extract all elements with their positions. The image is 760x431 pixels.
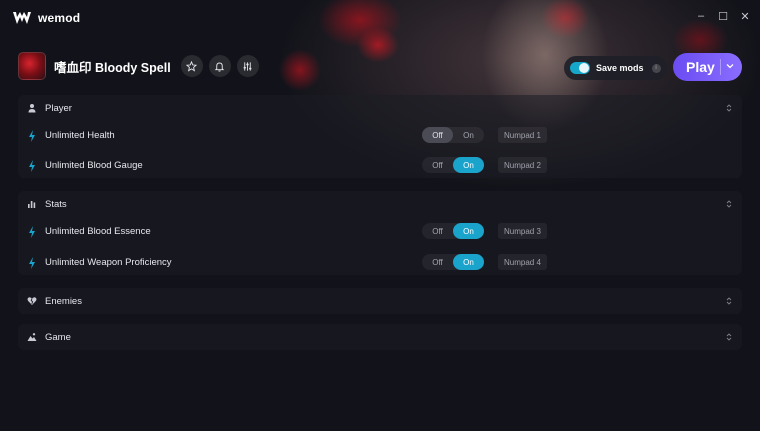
bell-icon: [214, 62, 225, 72]
mod-row: Unlimited Health Off On Numpad 1: [18, 123, 742, 149]
section-title: Enemies: [45, 295, 82, 307]
save-mods-switch[interactable]: [570, 62, 590, 74]
section-header-stats[interactable]: Stats: [18, 191, 742, 217]
game-thumbnail: [18, 52, 46, 80]
title-bar: wemod – ☐ ✕: [0, 0, 760, 36]
on-off-toggle[interactable]: Off On: [422, 223, 484, 239]
mod-label: Unlimited Health: [45, 130, 115, 141]
close-button[interactable]: ✕: [740, 10, 750, 23]
collapse-caret-icon[interactable]: [726, 103, 732, 113]
play-divider: [720, 59, 721, 75]
landscape-icon: [27, 333, 37, 341]
notifications-button[interactable]: [208, 55, 231, 77]
mod-label: Unlimited Blood Essence: [45, 226, 151, 237]
broken-heart-icon: [27, 297, 37, 305]
save-mods-label: Save mods: [596, 63, 644, 73]
collapse-caret-icon[interactable]: [726, 332, 732, 342]
favorite-button[interactable]: [180, 55, 203, 77]
hotkey-badge[interactable]: Numpad 1: [498, 127, 547, 143]
user-icon: [28, 104, 36, 113]
settings-button[interactable]: [236, 55, 259, 77]
lightning-bolt-icon: [29, 130, 35, 142]
section-header-player[interactable]: Player: [18, 95, 742, 121]
hotkey-badge[interactable]: Numpad 2: [498, 157, 547, 173]
info-icon[interactable]: i: [651, 63, 661, 73]
section-title: Player: [45, 102, 72, 114]
section-stats: Stats Unlimited Blood Essence Off On Num…: [18, 191, 742, 275]
section-header-game[interactable]: Game: [18, 324, 742, 350]
on-off-toggle[interactable]: Off On: [422, 127, 484, 143]
hotkey-badge[interactable]: Numpad 3: [498, 223, 547, 239]
bar-chart-icon: [28, 201, 36, 208]
game-header: 嗜血印 Bloody Spell: [18, 52, 265, 80]
section-header-enemies[interactable]: Enemies: [18, 288, 742, 314]
play-button[interactable]: Play: [673, 53, 742, 81]
section-player: Player Unlimited Health Off On Numpad 1 …: [18, 95, 742, 178]
off-option[interactable]: Off: [422, 127, 453, 143]
section-title: Stats: [45, 198, 67, 210]
window-controls: – ☐ ✕: [696, 10, 750, 23]
play-label: Play: [686, 59, 715, 75]
lightning-bolt-icon: [29, 160, 35, 172]
chevron-down-icon[interactable]: [725, 61, 735, 71]
star-icon: [186, 60, 198, 72]
on-option[interactable]: On: [453, 127, 484, 143]
mod-row: Unlimited Blood Gauge Off On Numpad 2: [18, 153, 742, 179]
mod-row: Unlimited Blood Essence Off On Numpad 3: [18, 219, 742, 245]
mod-label: Unlimited Blood Gauge: [45, 160, 143, 171]
game-title: 嗜血印 Bloody Spell: [54, 60, 171, 75]
minimize-button[interactable]: –: [696, 10, 706, 23]
section-enemies: Enemies: [18, 288, 742, 314]
collapse-caret-icon[interactable]: [726, 199, 732, 209]
off-option[interactable]: Off: [422, 223, 453, 239]
section-title: Game: [45, 331, 71, 343]
app-name: wemod: [38, 11, 81, 25]
on-option[interactable]: On: [453, 223, 484, 239]
lightning-bolt-icon: [29, 226, 35, 238]
wemod-logo-icon: [13, 12, 31, 24]
hotkey-badge[interactable]: Numpad 4: [498, 254, 547, 270]
lightning-bolt-icon: [29, 257, 35, 269]
section-game: Game: [18, 324, 742, 350]
off-option[interactable]: Off: [422, 254, 453, 270]
sliders-icon: [243, 61, 252, 71]
save-mods-toggle[interactable]: Save mods i: [564, 56, 667, 80]
on-option[interactable]: On: [453, 157, 484, 173]
maximize-button[interactable]: ☐: [718, 10, 728, 23]
on-option[interactable]: On: [453, 254, 484, 270]
mod-row: Unlimited Weapon Proficiency Off On Nump…: [18, 250, 742, 276]
mod-label: Unlimited Weapon Proficiency: [45, 257, 172, 268]
collapse-caret-icon[interactable]: [726, 296, 732, 306]
on-off-toggle[interactable]: Off On: [422, 254, 484, 270]
app-logo: wemod: [12, 10, 80, 26]
off-option[interactable]: Off: [422, 157, 453, 173]
on-off-toggle[interactable]: Off On: [422, 157, 484, 173]
